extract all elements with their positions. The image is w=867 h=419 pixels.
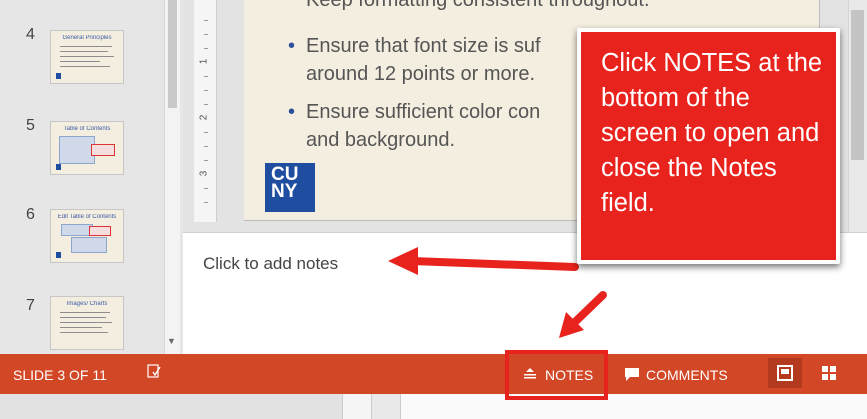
thumbnail-image xyxy=(71,237,107,253)
thumbnail-text-line xyxy=(60,56,114,57)
ruler-tick xyxy=(204,146,208,147)
logo-line: NY xyxy=(271,181,298,202)
callout-text: Click NOTES at the bottom of the screen … xyxy=(601,49,823,217)
thumbnail-text-line xyxy=(60,66,110,67)
thumbnail-title: Edit Table of Contents xyxy=(57,214,117,220)
slide-thumbnail-6[interactable]: Edit Table of Contents xyxy=(50,209,124,263)
thumbnail-callout xyxy=(91,144,115,156)
ruler-tick xyxy=(204,202,208,203)
thumbnail-text-line xyxy=(60,46,112,47)
bullet-text: around 12 points or more. xyxy=(306,63,536,85)
ruler-tick xyxy=(204,90,208,91)
cuny-logo: CU NY xyxy=(265,163,315,212)
thumbnail-title: Table of Contents xyxy=(63,126,111,132)
ruler-tick xyxy=(204,160,208,161)
editor-scrollbar-thumb[interactable] xyxy=(851,10,864,160)
notes-placeholder[interactable]: Click to add notes xyxy=(203,254,338,274)
thumbnail-image xyxy=(59,136,95,164)
ruler-tick xyxy=(204,188,208,189)
thumbnail-scrollbar-thumb[interactable] xyxy=(168,0,177,108)
thumbnail-text-line xyxy=(60,332,108,333)
ruler-tick xyxy=(204,104,208,105)
bullet-dot: • xyxy=(288,101,296,123)
thumbnail-title: General Principles xyxy=(62,35,112,41)
slide-sorter-icon xyxy=(822,366,836,380)
lower-left-area xyxy=(0,394,342,419)
ruler-tick xyxy=(204,34,208,35)
thumbnail-title: Images/ Charts xyxy=(66,301,108,307)
thumbnail-text-line xyxy=(60,61,100,62)
slide-thumbnail-5[interactable]: Table of Contents xyxy=(50,121,124,175)
ruler-tick xyxy=(204,76,208,77)
normal-view-button[interactable] xyxy=(768,358,802,388)
thumbnail-text-line xyxy=(60,327,102,328)
slide-indicator: SLIDE 3 OF 11 xyxy=(13,367,107,383)
ruler-mark: 1 xyxy=(198,58,210,65)
thumbnail-logo xyxy=(56,252,61,258)
comments-label[interactable]: COMMENTS xyxy=(646,367,728,383)
normal-view-icon xyxy=(777,365,793,381)
scroll-down-arrow-icon[interactable]: ▼ xyxy=(164,334,179,348)
bullet-text: and background. xyxy=(306,129,456,151)
status-bar xyxy=(0,354,867,394)
thumbnail-logo xyxy=(56,164,61,170)
thumbnail-text-line xyxy=(60,322,112,323)
ruler-tick xyxy=(204,48,208,49)
comment-icon xyxy=(625,368,639,381)
slide-number: 5 xyxy=(26,117,35,134)
bullet-text: Ensure that font size is suf xyxy=(306,35,541,57)
ruler-tick xyxy=(204,20,208,21)
slide-number: 7 xyxy=(26,297,35,314)
ruler-mark: 2 xyxy=(198,114,210,121)
slide-number: 4 xyxy=(26,26,35,43)
thumbnail-pane: 4 General Principles 5 Table of Contents… xyxy=(0,0,183,354)
slide-thumbnail-4[interactable]: General Principles xyxy=(50,30,124,84)
notes-highlight-box xyxy=(505,350,608,400)
bullet-item: • Ensure that font size is suf xyxy=(288,32,541,60)
thumbnail-text-line xyxy=(60,312,110,313)
bullet-dot: • xyxy=(288,35,296,57)
thumbnail-callout xyxy=(89,226,111,236)
slide-sorter-button[interactable] xyxy=(814,358,844,388)
lower-scrollbar xyxy=(342,394,372,419)
ruler-tick xyxy=(204,132,208,133)
bullet-text: Ensure sufficient color con xyxy=(306,101,541,123)
bullet-item: • Ensure sufficient color con xyxy=(288,98,541,126)
slide-number: 6 xyxy=(26,206,35,223)
vertical-ruler: 1 2 3 xyxy=(194,0,217,222)
spell-check-icon[interactable] xyxy=(146,363,162,379)
slide-thumbnail-7[interactable]: Images/ Charts xyxy=(50,296,124,350)
lower-right-area xyxy=(400,394,867,419)
thumbnail-text-line xyxy=(60,317,106,318)
thumbnail-text-line xyxy=(60,51,108,52)
instruction-callout: Click NOTES at the bottom of the screen … xyxy=(577,28,840,264)
bullet-text: Keep formatting consistent throughout. xyxy=(306,0,650,11)
thumbnail-logo xyxy=(56,73,61,79)
ruler-mark: 3 xyxy=(198,170,210,177)
